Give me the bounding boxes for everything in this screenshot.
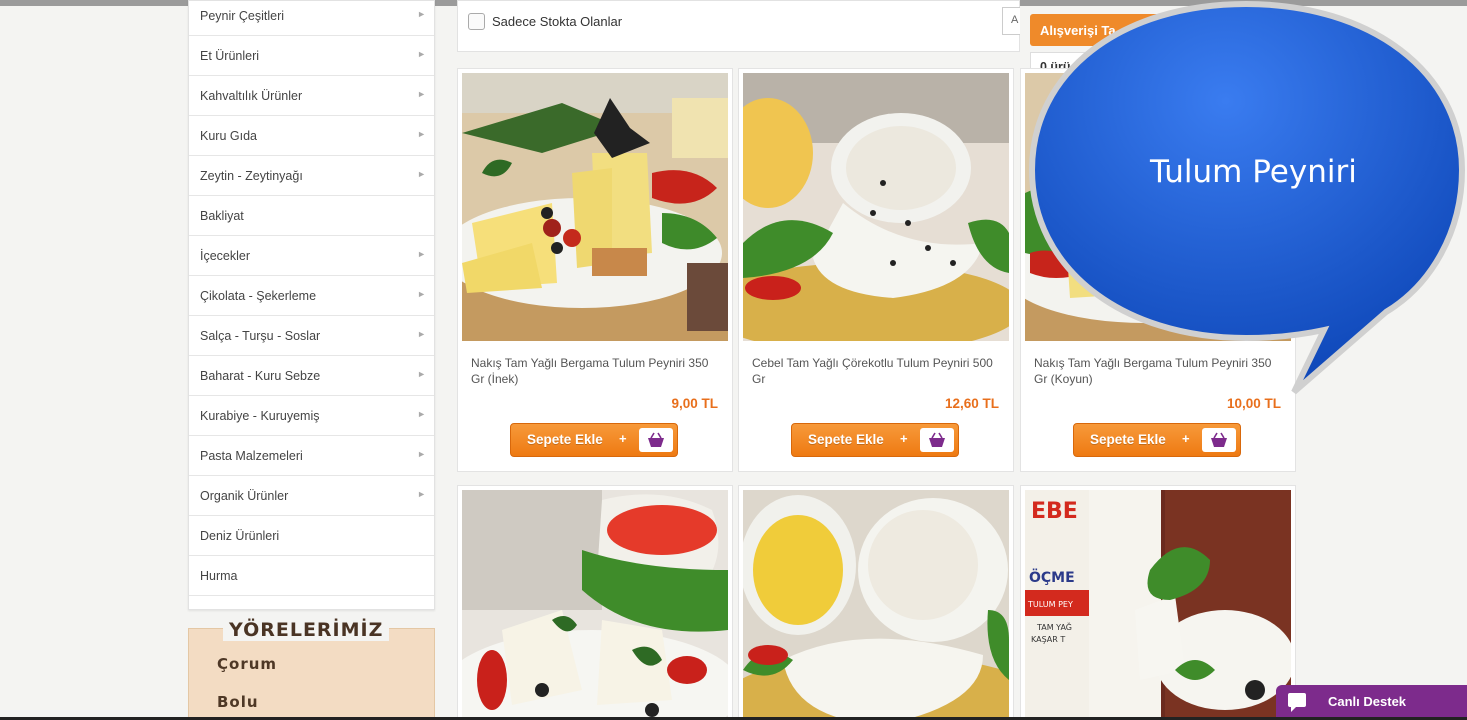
- sidebar-category-item[interactable]: Zeytin - Zeytinyağı ►: [189, 156, 434, 196]
- svg-text:EBE: EBE: [1031, 499, 1078, 524]
- filter-bar: Sadece Stokta Olanlar A: [457, 0, 1020, 52]
- product-image[interactable]: EBE ÖÇME TULUM PEY TAM YAĞ KAŞAR T: [1025, 490, 1291, 720]
- chevron-right-icon: ►: [417, 449, 426, 459]
- product-image[interactable]: [462, 490, 728, 720]
- product-image[interactable]: [462, 73, 728, 341]
- live-support-label: Canlı Destek: [1328, 694, 1407, 709]
- chevron-right-icon: ►: [417, 249, 426, 259]
- sidebar-category-item[interactable]: Deniz Ürünleri: [189, 516, 434, 556]
- plus-icon: +: [900, 431, 908, 446]
- product-price: 12,60 TL: [944, 396, 999, 411]
- chevron-right-icon: ►: [417, 329, 426, 339]
- sidebar-category-item[interactable]: Organik Ürünler ►: [189, 476, 434, 516]
- product-card: EBE ÖÇME TULUM PEY TAM YAĞ KAŞAR T: [1020, 485, 1296, 720]
- product-card: [457, 485, 733, 720]
- sidebar-category-item[interactable]: Salça - Turşu - Soslar ►: [189, 316, 434, 356]
- sidebar-category-label: Kahvaltılık Ürünler: [200, 88, 303, 103]
- product-image[interactable]: [743, 490, 1009, 720]
- speech-bubble: [1028, 0, 1466, 395]
- sidebar-category-label: Kurabiye - Kuruyemiş: [200, 408, 320, 423]
- sidebar-category-item[interactable]: Bakliyat: [189, 196, 434, 236]
- in-stock-checkbox[interactable]: [468, 13, 485, 30]
- sidebar-category-label: Deniz Ürünleri: [200, 528, 280, 543]
- chevron-right-icon: ►: [417, 89, 426, 99]
- sort-select[interactable]: A: [1002, 7, 1020, 35]
- plus-icon: +: [1182, 431, 1190, 446]
- add-to-cart-button[interactable]: Sepete Ekle +: [510, 423, 678, 457]
- region-link-corum[interactable]: Çorum: [217, 655, 277, 673]
- chat-icon: [1288, 693, 1306, 712]
- sidebar-category-label: Baharat - Kuru Sebze: [200, 368, 321, 383]
- sidebar-category-label: Kuru Gıda: [200, 128, 257, 143]
- add-to-cart-label: Sepete Ekle: [527, 432, 603, 447]
- product-image[interactable]: [743, 73, 1009, 341]
- add-to-cart-button[interactable]: Sepete Ekle +: [1073, 423, 1241, 457]
- sidebar-category-item[interactable]: Kurabiye - Kuruyemiş ►: [189, 396, 434, 436]
- product-price: 9,00 TL: [671, 396, 718, 411]
- sidebar-category-item[interactable]: Kahvaltılık Ürünler ►: [189, 76, 434, 116]
- sidebar-category-label: Çikolata - Şekerleme: [200, 288, 317, 303]
- region-link-bolu[interactable]: Bolu: [217, 693, 259, 711]
- add-to-cart-label: Sepete Ekle: [1090, 432, 1166, 447]
- sidebar-category-item[interactable]: Peynir Çeşitleri ►: [189, 0, 434, 36]
- sidebar-category-label: Hurma: [200, 568, 238, 583]
- sidebar-category-item[interactable]: Hurma: [189, 556, 434, 596]
- sidebar-category-label: Salça - Turşu - Soslar: [200, 328, 321, 343]
- svg-text:TULUM PEY: TULUM PEY: [1027, 600, 1073, 609]
- sidebar-category-item[interactable]: Pasta Malzemeleri ►: [189, 436, 434, 476]
- basket-icon: [639, 428, 673, 452]
- sidebar-category-label: İçecekler: [200, 248, 251, 263]
- chevron-right-icon: ►: [417, 409, 426, 419]
- chevron-right-icon: ►: [417, 129, 426, 139]
- sidebar-category-label: Pasta Malzemeleri: [200, 448, 303, 463]
- category-sidebar: Peynir Çeşitleri ► Et Ürünleri ► Kahvaltılık…: [188, 0, 435, 610]
- svg-text:ÖÇME: ÖÇME: [1029, 568, 1075, 586]
- product-card: Cebel Tam Yağlı Çörekotlu Tulum Peyniri …: [738, 68, 1014, 472]
- chevron-right-icon: ►: [417, 489, 426, 499]
- svg-text:TAM YAĞ: TAM YAĞ: [1036, 621, 1072, 632]
- product-name[interactable]: Nakış Tam Yağlı Bergama Tulum Peyniri 35…: [471, 355, 721, 387]
- sidebar-category-label: Peynir Çeşitleri: [200, 8, 285, 23]
- chevron-right-icon: ►: [417, 169, 426, 179]
- chevron-right-icon: ►: [417, 9, 426, 19]
- sidebar-category-item[interactable]: Et Ürünleri ►: [189, 36, 434, 76]
- sidebar-category-label: Bakliyat: [200, 208, 244, 223]
- live-support-button[interactable]: Canlı Destek: [1276, 685, 1467, 717]
- sidebar-category-item[interactable]: Baharat - Kuru Sebze ►: [189, 356, 434, 396]
- product-name[interactable]: Cebel Tam Yağlı Çörekotlu Tulum Peyniri …: [752, 355, 1002, 387]
- product-card: Nakış Tam Yağlı Bergama Tulum Peyniri 35…: [457, 68, 733, 472]
- basket-icon: [1202, 428, 1236, 452]
- sidebar-category-item[interactable]: Çikolata - Şekerleme ►: [189, 276, 434, 316]
- plus-icon: +: [619, 431, 627, 446]
- chevron-right-icon: ►: [417, 369, 426, 379]
- sidebar-category-label: Et Ürünleri: [200, 48, 260, 63]
- bubble-text: Tulum Peyniri: [1150, 154, 1357, 190]
- regions-panel: YÖRELERİMİZ Çorum Bolu: [188, 619, 435, 720]
- svg-text:KAŞAR T: KAŞAR T: [1031, 635, 1065, 644]
- sidebar-category-label: Organik Ürünler: [200, 488, 289, 503]
- product-card: [738, 485, 1014, 720]
- sidebar-category-item[interactable]: Kuru Gıda ►: [189, 116, 434, 156]
- sidebar-category-item[interactable]: İçecekler ►: [189, 236, 434, 276]
- chevron-right-icon: ►: [417, 49, 426, 59]
- add-to-cart-button[interactable]: Sepete Ekle +: [791, 423, 959, 457]
- sidebar-category-label: Zeytin - Zeytinyağı: [200, 168, 303, 183]
- chevron-right-icon: ►: [417, 289, 426, 299]
- add-to-cart-label: Sepete Ekle: [808, 432, 884, 447]
- in-stock-label[interactable]: Sadece Stokta Olanlar: [492, 14, 622, 29]
- regions-title: YÖRELERİMİZ: [223, 619, 390, 641]
- basket-icon: [920, 428, 954, 452]
